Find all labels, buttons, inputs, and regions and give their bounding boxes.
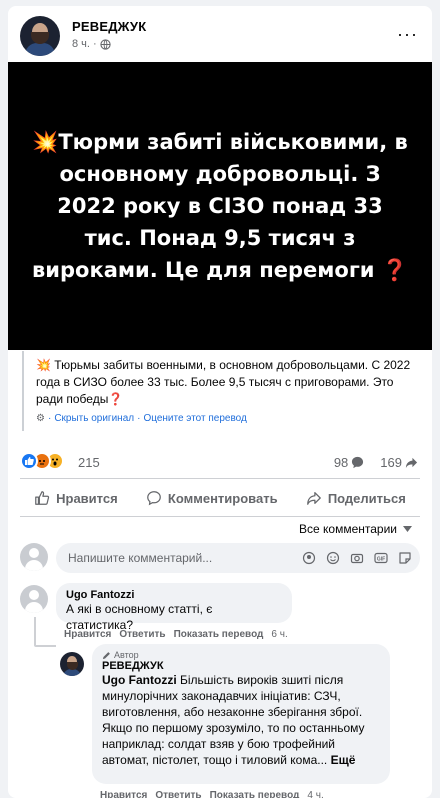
- like-reaction-icon: [20, 452, 38, 470]
- post-image[interactable]: 💥Тюрми забиті військовими, в основному д…: [8, 62, 432, 350]
- more-options-icon[interactable]: ···: [397, 24, 418, 45]
- comment-like-button[interactable]: Нравится: [64, 629, 111, 640]
- mention-link[interactable]: Ugo Fantozzi: [102, 673, 177, 687]
- post-card: РЕВЕДЖУК 8 ч. · ··· 💥Тюрми забиті військ…: [8, 6, 432, 798]
- share-icon: [306, 492, 321, 505]
- reply-author-name[interactable]: РЕВЕДЖУК: [102, 660, 380, 672]
- post-stats: 98 169: [334, 455, 418, 470]
- post-time[interactable]: 8 ч.: [72, 38, 90, 50]
- rate-translation-link[interactable]: Оцените этот перевод: [143, 413, 246, 424]
- image-text: 💥Тюрми забиті військовими, в основному д…: [30, 126, 410, 286]
- question-icon: ❓: [381, 258, 408, 282]
- reply-body: Більшість вироків зшиті після минулорічн…: [102, 673, 365, 767]
- translation-text: 💥 Тюрьмы забиты военными, в основном доб…: [36, 357, 420, 408]
- reaction-count[interactable]: 215: [78, 455, 100, 470]
- gear-icon: ⚙: [36, 413, 45, 424]
- input-icons: GIF: [302, 551, 412, 565]
- author-name[interactable]: РЕВЕДЖУК: [72, 19, 146, 34]
- comment-input[interactable]: Напишите комментарий... GIF: [56, 543, 420, 573]
- comment-actions: Нравится Ответить Показать перевод 6 ч.: [64, 629, 288, 640]
- comment-bubble-icon: [352, 456, 364, 469]
- sticker-icon[interactable]: [398, 551, 412, 565]
- translation-divider: [22, 351, 24, 431]
- explosion-icon: 💥: [32, 130, 59, 154]
- translation-body: Тюрьмы забиты военными, в основном добро…: [36, 358, 411, 406]
- explosion-icon: 💥: [36, 358, 51, 372]
- reactions-bar: 215 98 169: [20, 450, 420, 474]
- comment-count[interactable]: 98: [334, 455, 364, 470]
- chevron-down-icon: [403, 526, 412, 532]
- comment-time[interactable]: 6 ч.: [271, 629, 287, 640]
- emoji-icon[interactable]: [326, 551, 340, 565]
- author-avatar[interactable]: [20, 16, 60, 56]
- avatar-sticker-icon[interactable]: [302, 551, 316, 565]
- commenter-avatar[interactable]: [20, 585, 48, 613]
- share-arrow-icon: [405, 457, 418, 469]
- share-count[interactable]: 169: [380, 455, 418, 470]
- comment-icon: [147, 491, 161, 506]
- reply-reply-button[interactable]: Ответить: [155, 790, 201, 798]
- post-header: РЕВЕДЖУК 8 ч. · ···: [20, 16, 420, 56]
- post-meta: 8 ч. ·: [72, 38, 111, 50]
- comment-translate-button[interactable]: Показать перевод: [174, 629, 264, 640]
- reply-author-avatar[interactable]: [60, 652, 84, 676]
- post-actions: Нравится Комментировать Поделиться: [20, 482, 420, 514]
- thumbs-up-icon: [35, 491, 50, 505]
- pencil-icon: [102, 651, 110, 659]
- globe-icon: [100, 38, 111, 50]
- reply-translate-button[interactable]: Показать перевод: [210, 790, 300, 798]
- reply-actions: Нравится Ответить Показать перевод 4 ч.: [100, 790, 324, 798]
- author-badge: Автор: [102, 650, 380, 660]
- reaction-icons[interactable]: [20, 452, 64, 470]
- svg-text:GIF: GIF: [377, 557, 385, 563]
- share-button[interactable]: Поделиться: [306, 490, 406, 506]
- thread-line: [34, 645, 56, 647]
- image-caption: Тюрми забиті військовими, в основному до…: [31, 130, 408, 282]
- camera-icon[interactable]: [350, 551, 364, 565]
- like-button[interactable]: Нравится: [34, 490, 118, 506]
- translation-links: ⚙ · Скрыть оригинал · Оцените этот перев…: [36, 413, 247, 424]
- thread-line: [34, 617, 36, 645]
- hide-original-link[interactable]: Скрыть оригинал: [54, 413, 134, 424]
- see-more-link[interactable]: Ещё: [331, 753, 356, 767]
- comments-sort-dropdown[interactable]: Все комментарии: [299, 522, 412, 536]
- question-icon: ❓: [108, 392, 124, 406]
- comment-reply-button[interactable]: Ответить: [119, 629, 165, 640]
- commenter-name[interactable]: Ugo Fantozzi: [66, 589, 282, 601]
- comment-bubble: Ugo Fantozzi А які в основному статті, є…: [56, 583, 292, 632]
- reply-time[interactable]: 4 ч.: [307, 790, 323, 798]
- reply-text: Ugo Fantozzi Більшість вироків зшиті піс…: [102, 672, 380, 768]
- divider: [20, 516, 420, 517]
- gif-icon[interactable]: GIF: [374, 551, 388, 565]
- reply-bubble: Автор РЕВЕДЖУК Ugo Fantozzi Більшість ви…: [92, 644, 390, 784]
- divider: [20, 478, 420, 479]
- comment-input-row: Напишите комментарий... GIF: [20, 541, 420, 575]
- comment-button[interactable]: Комментировать: [146, 490, 278, 506]
- reply-like-button[interactable]: Нравится: [100, 790, 147, 798]
- user-avatar[interactable]: [20, 543, 48, 571]
